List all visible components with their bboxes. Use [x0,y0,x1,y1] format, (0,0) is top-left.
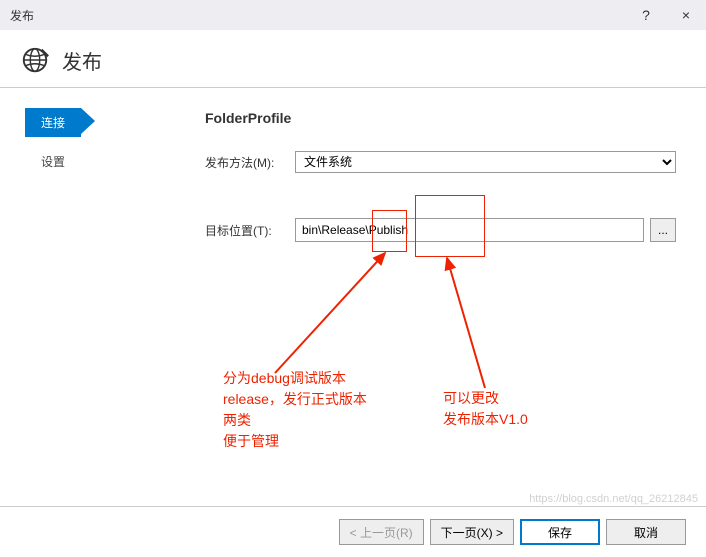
dialog-body: 连接 设置 FolderProfile 发布方法(M): 文件系统 目标位置(T… [0,88,706,493]
globe-icon [20,45,50,75]
profile-title: FolderProfile [205,110,676,126]
publish-method-select[interactable]: 文件系统 [295,151,676,173]
titlebar: 发布 ? × [0,0,706,30]
page-title: 发布 [62,46,102,75]
dialog-footer: < 上一页(R) 下一页(X) > 保存 取消 [0,506,706,557]
publish-method-row: 发布方法(M): 文件系统 [205,151,676,173]
next-button[interactable]: 下一页(X) > [430,519,514,545]
annotation-arrow-left [255,243,415,393]
target-location-input[interactable] [295,218,644,242]
watermark: https://blog.csdn.net/qq_26212845 [529,493,698,505]
close-button[interactable]: × [666,0,706,30]
publish-method-label: 发布方法(M): [205,154,295,171]
browse-button[interactable]: ... [650,218,676,242]
annotation-note-right: 可以更改 发布版本V1.0 [443,388,528,430]
sidebar: 连接 设置 [0,88,175,493]
annotation-note-left: 分为debug调试版本 release，发行正式版本 两类 便于管理 [223,368,367,452]
tab-connection[interactable]: 连接 [25,108,81,137]
target-location-row: 目标位置(T): ... [205,218,676,242]
dialog-header: 发布 [0,30,706,88]
prev-button: < 上一页(R) [339,519,424,545]
content-pane: FolderProfile 发布方法(M): 文件系统 目标位置(T): ...… [175,88,706,493]
window-title: 发布 [10,7,34,24]
target-location-label: 目标位置(T): [205,222,295,239]
tab-settings[interactable]: 设置 [25,147,81,176]
save-button[interactable]: 保存 [520,519,600,545]
help-button[interactable]: ? [626,0,666,30]
annotation-arrow-right [425,248,525,398]
cancel-button[interactable]: 取消 [606,519,686,545]
